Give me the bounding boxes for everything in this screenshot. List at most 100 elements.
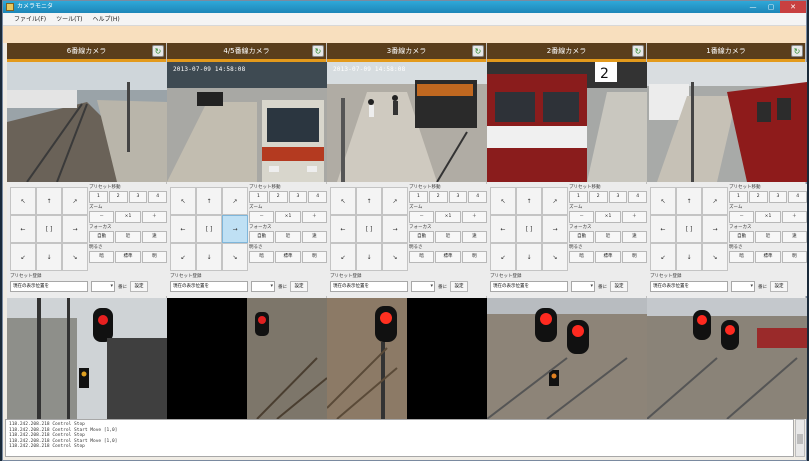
- pan-tilt-button[interactable]: ↓: [516, 243, 542, 271]
- zoom-reset-button[interactable]: ×1: [435, 211, 461, 223]
- maximize-button[interactable]: ▢: [762, 1, 780, 13]
- slot-dropdown[interactable]: ▾: [251, 281, 275, 292]
- focus-auto-button[interactable]: 自動: [569, 231, 595, 243]
- brightness-normal-button[interactable]: 標準: [115, 251, 141, 263]
- preset-3-button[interactable]: 3: [608, 191, 628, 203]
- pan-tilt-button[interactable]: [ ]: [356, 215, 382, 243]
- preset-2-button[interactable]: 2: [268, 191, 288, 203]
- brightness-normal-button[interactable]: 標準: [275, 251, 301, 263]
- pan-tilt-button[interactable]: ↑: [676, 187, 702, 215]
- preset-1-button[interactable]: 1: [249, 191, 268, 203]
- preset-3-button[interactable]: 3: [768, 191, 788, 203]
- preset-2-button[interactable]: 2: [588, 191, 608, 203]
- pan-tilt-button[interactable]: ↖: [650, 187, 676, 215]
- pan-tilt-button[interactable]: ↓: [676, 243, 702, 271]
- brightness-bright-button[interactable]: 明: [781, 251, 807, 263]
- pan-tilt-button[interactable]: →: [702, 215, 728, 243]
- set-button[interactable]: 設定: [130, 281, 148, 292]
- scroll-thumb[interactable]: [797, 434, 803, 444]
- pan-tilt-button[interactable]: ↖: [330, 187, 356, 215]
- menu-file[interactable]: ファイル(F): [9, 13, 51, 25]
- slot-dropdown[interactable]: ▾: [91, 281, 115, 292]
- focus-auto-button[interactable]: 自動: [249, 231, 275, 243]
- focus-near-button[interactable]: 近: [275, 231, 301, 243]
- pan-tilt-button[interactable]: ↙: [650, 243, 676, 271]
- log-scrollbar[interactable]: [795, 419, 805, 457]
- refresh-icon[interactable]: ↻: [632, 45, 644, 57]
- preset-4-button[interactable]: 4: [468, 191, 487, 203]
- focus-far-button[interactable]: 遠: [301, 231, 327, 243]
- pan-tilt-button[interactable]: ↗: [542, 187, 568, 215]
- pan-tilt-button[interactable]: ↖: [10, 187, 36, 215]
- pan-tilt-button[interactable]: ↘: [222, 243, 248, 271]
- pan-tilt-button[interactable]: [ ]: [516, 215, 542, 243]
- set-button[interactable]: 設定: [450, 281, 468, 292]
- slot-dropdown[interactable]: ▾: [411, 281, 435, 292]
- preset-1-button[interactable]: 1: [89, 191, 108, 203]
- zoom-reset-button[interactable]: ×1: [115, 211, 141, 223]
- pan-tilt-button[interactable]: ↙: [10, 243, 36, 271]
- pan-tilt-button[interactable]: ↑: [516, 187, 542, 215]
- slot-dropdown[interactable]: ▾: [571, 281, 595, 292]
- zoom-in-button[interactable]: ＋: [621, 211, 647, 223]
- zoom-reset-button[interactable]: ×1: [595, 211, 621, 223]
- set-button[interactable]: 設定: [770, 281, 788, 292]
- preset-4-button[interactable]: 4: [628, 191, 647, 203]
- zoom-out-button[interactable]: －: [729, 211, 755, 223]
- brightness-dark-button[interactable]: 暗: [409, 251, 435, 263]
- pan-tilt-button[interactable]: ↗: [222, 187, 248, 215]
- pan-tilt-button[interactable]: [ ]: [196, 215, 222, 243]
- pan-tilt-button[interactable]: ↓: [196, 243, 222, 271]
- focus-far-button[interactable]: 遠: [141, 231, 167, 243]
- pan-tilt-button[interactable]: ↗: [702, 187, 728, 215]
- brightness-bright-button[interactable]: 明: [141, 251, 167, 263]
- pan-tilt-button[interactable]: ←: [490, 215, 516, 243]
- pan-tilt-button[interactable]: ←: [10, 215, 36, 243]
- preset-4-button[interactable]: 4: [788, 191, 807, 203]
- brightness-bright-button[interactable]: 明: [621, 251, 647, 263]
- pan-tilt-button[interactable]: ↙: [490, 243, 516, 271]
- preset-2-button[interactable]: 2: [428, 191, 448, 203]
- zoom-reset-button[interactable]: ×1: [755, 211, 781, 223]
- zoom-out-button[interactable]: －: [409, 211, 435, 223]
- slot-dropdown[interactable]: ▾: [731, 281, 755, 292]
- minimize-button[interactable]: —: [744, 1, 762, 13]
- position-dropdown[interactable]: 現在の表示位置を: [490, 281, 568, 292]
- pan-tilt-button[interactable]: ←: [650, 215, 676, 243]
- preset-1-button[interactable]: 1: [729, 191, 748, 203]
- set-button[interactable]: 設定: [610, 281, 628, 292]
- pan-tilt-button[interactable]: ↑: [196, 187, 222, 215]
- pan-tilt-button[interactable]: →: [542, 215, 568, 243]
- zoom-in-button[interactable]: ＋: [461, 211, 487, 223]
- brightness-dark-button[interactable]: 暗: [569, 251, 595, 263]
- brightness-normal-button[interactable]: 標準: [755, 251, 781, 263]
- focus-near-button[interactable]: 近: [435, 231, 461, 243]
- pan-tilt-button[interactable]: ←: [330, 215, 356, 243]
- preset-4-button[interactable]: 4: [308, 191, 327, 203]
- preset-2-button[interactable]: 2: [108, 191, 128, 203]
- pan-tilt-button[interactable]: ↑: [356, 187, 382, 215]
- pan-tilt-button[interactable]: ↘: [382, 243, 408, 271]
- brightness-dark-button[interactable]: 暗: [249, 251, 275, 263]
- preset-1-button[interactable]: 1: [569, 191, 588, 203]
- preset-1-button[interactable]: 1: [409, 191, 428, 203]
- pan-tilt-button[interactable]: ↓: [36, 243, 62, 271]
- menu-help[interactable]: ヘルプ(H): [88, 13, 125, 25]
- preset-2-button[interactable]: 2: [748, 191, 768, 203]
- position-dropdown[interactable]: 現在の表示位置を: [650, 281, 728, 292]
- preset-3-button[interactable]: 3: [288, 191, 308, 203]
- pan-tilt-button[interactable]: ↓: [356, 243, 382, 271]
- pan-tilt-button[interactable]: ↘: [542, 243, 568, 271]
- pan-tilt-button[interactable]: ↑: [36, 187, 62, 215]
- brightness-normal-button[interactable]: 標準: [435, 251, 461, 263]
- refresh-icon[interactable]: ↻: [312, 45, 324, 57]
- zoom-out-button[interactable]: －: [89, 211, 115, 223]
- log-panel[interactable]: 118.242.208.218 Control Stop 118.242.208…: [5, 419, 794, 457]
- pan-tilt-button[interactable]: [ ]: [36, 215, 62, 243]
- menu-tools[interactable]: ツール(T): [51, 13, 87, 25]
- focus-auto-button[interactable]: 自動: [409, 231, 435, 243]
- position-dropdown[interactable]: 現在の表示位置を: [170, 281, 248, 292]
- pan-tilt-button[interactable]: ↖: [490, 187, 516, 215]
- focus-far-button[interactable]: 遠: [781, 231, 807, 243]
- brightness-dark-button[interactable]: 暗: [729, 251, 755, 263]
